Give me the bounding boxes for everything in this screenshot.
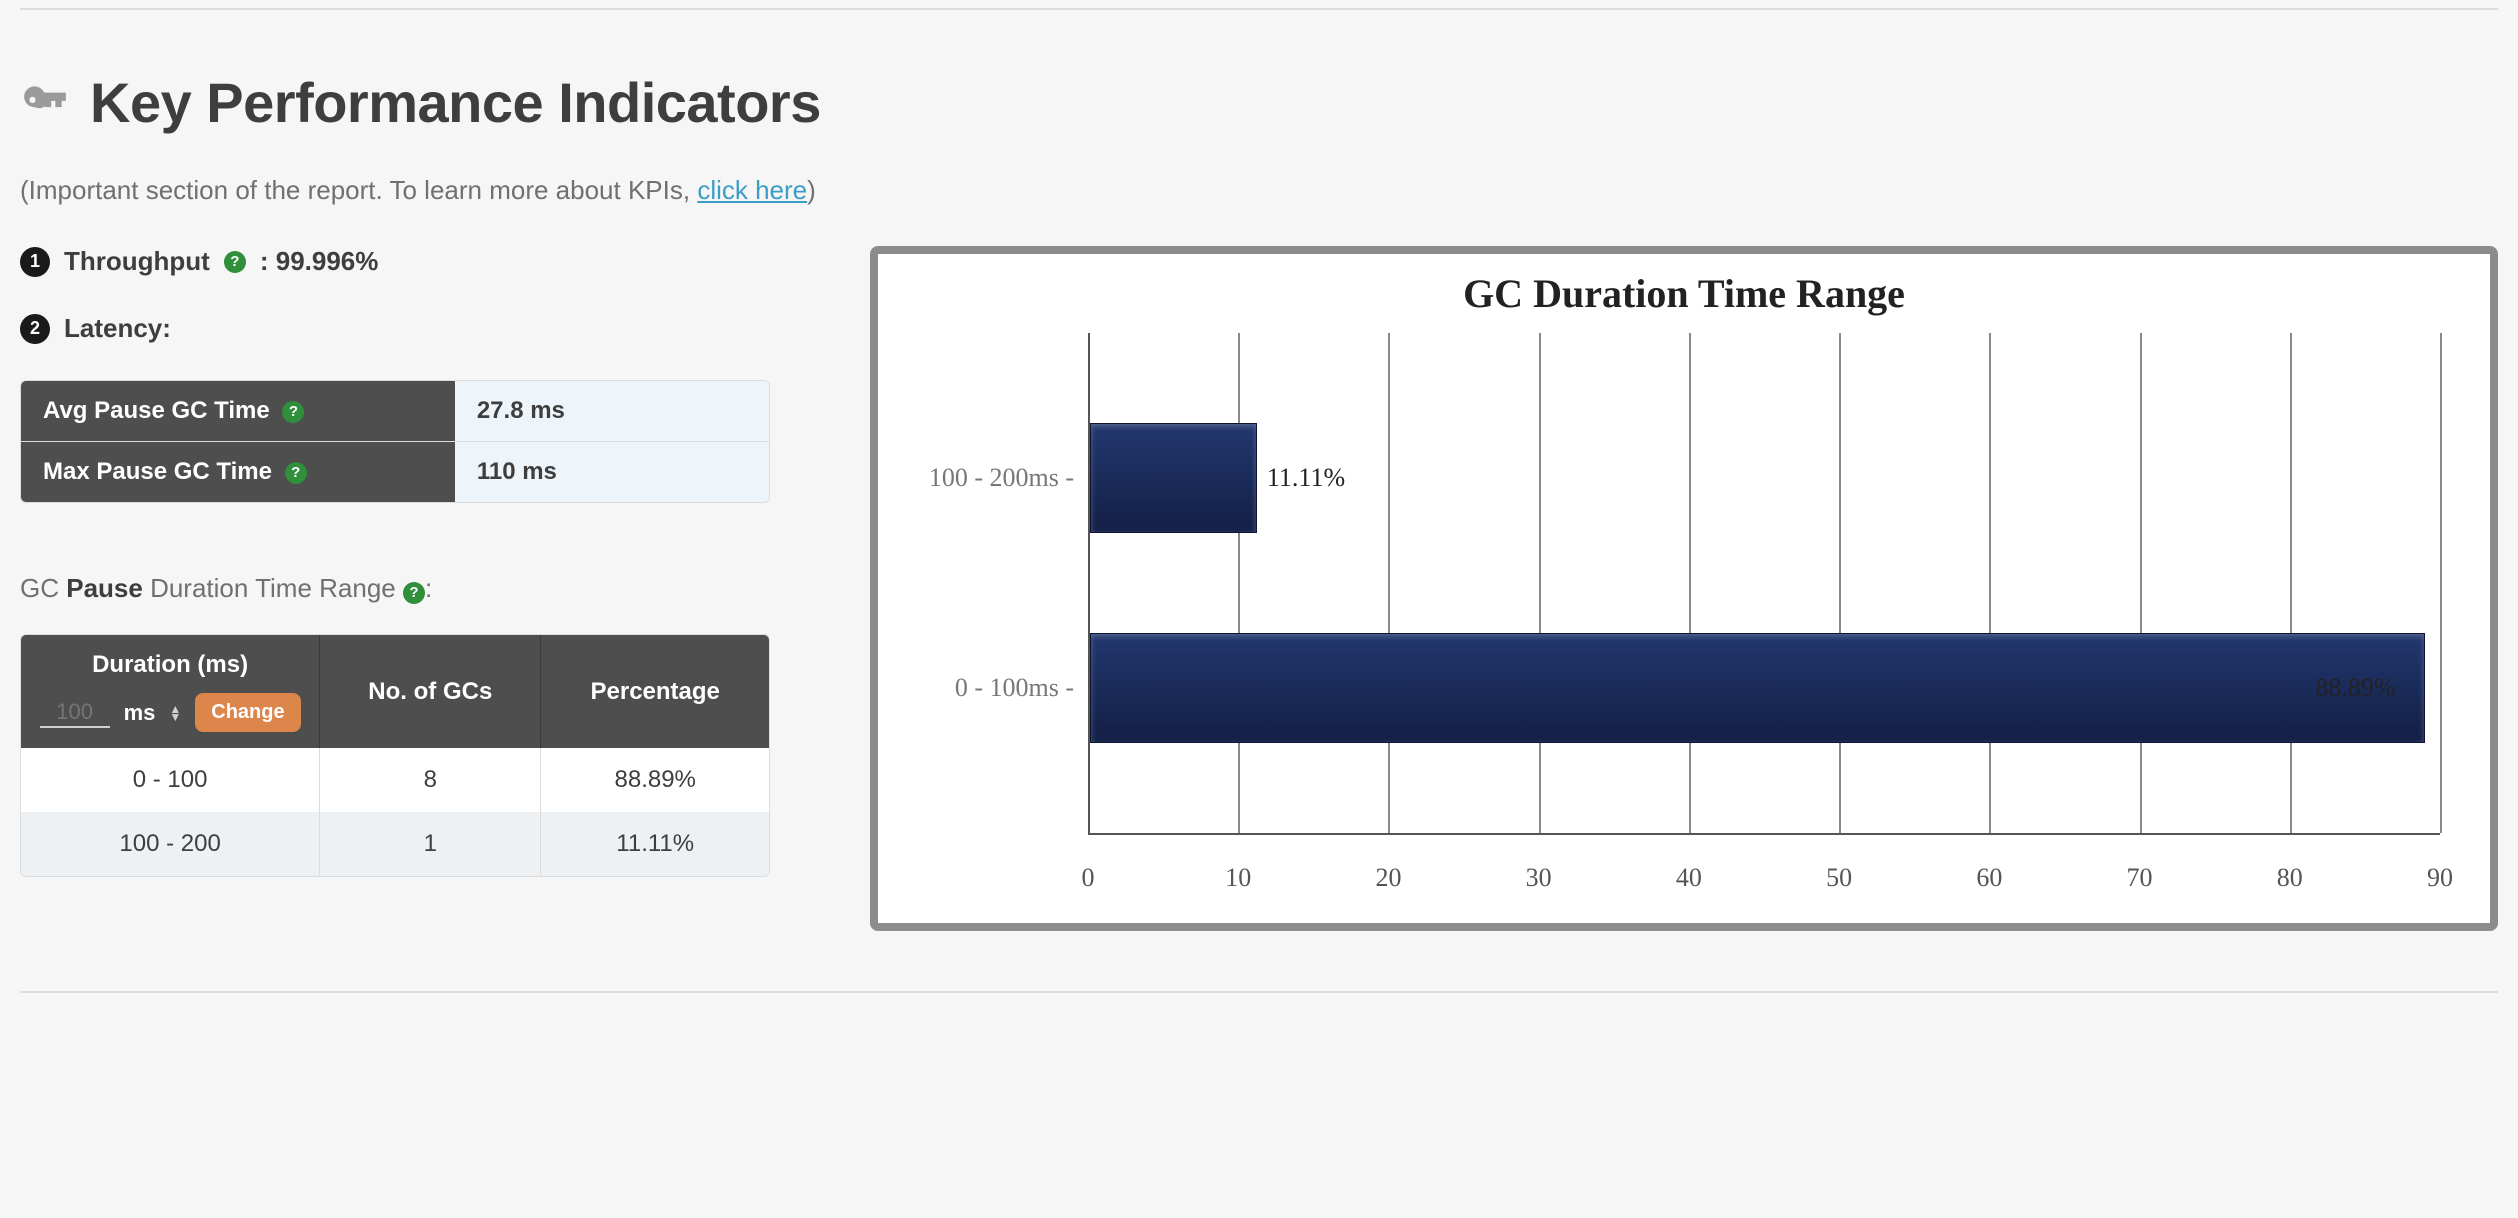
page-title: Key Performance Indicators	[20, 70, 2498, 135]
kpi-throughput-value: : 99.996%	[260, 246, 379, 277]
kpi-latency-label: Latency:	[64, 313, 171, 344]
gridline	[1388, 333, 1390, 833]
sort-arrows-icon[interactable]: ▲▼	[169, 705, 181, 721]
kpi-learn-more-link[interactable]: click here	[697, 175, 807, 205]
bullet-2-badge: 2	[20, 314, 50, 344]
help-icon[interactable]: ?	[285, 462, 307, 484]
ms-label: ms	[124, 700, 156, 726]
chart-title: GC Duration Time Range	[908, 270, 2460, 317]
x-tick-label: 70	[2127, 863, 2153, 893]
bar	[1090, 423, 1257, 533]
bar-value-label: 88.89%	[2315, 673, 2395, 703]
divider-bottom	[20, 991, 2498, 993]
gridline	[1539, 333, 1541, 833]
x-tick-label: 50	[1826, 863, 1852, 893]
gridline	[2440, 333, 2442, 833]
table-row: 100 - 200 1 11.11%	[21, 812, 769, 876]
kpi-latency-line: 2 Latency:	[20, 313, 810, 344]
section-subtitle: (Important section of the report. To lea…	[20, 175, 2498, 206]
latency-max-value: 110 ms	[455, 442, 769, 502]
col-gcs-header: No. of GCs	[320, 635, 541, 748]
change-button[interactable]: Change	[195, 693, 300, 732]
table-row: Avg Pause GC Time ? 27.8 ms	[21, 381, 769, 442]
help-icon[interactable]: ?	[224, 251, 246, 273]
x-tick-label: 80	[2277, 863, 2303, 893]
gridline	[1689, 333, 1691, 833]
bullet-1-badge: 1	[20, 247, 50, 277]
col-duration-header: Duration (ms) ms ▲▼ Change	[21, 635, 320, 748]
pause-duration-table: Duration (ms) ms ▲▼ Change No. of GCs Pe…	[20, 634, 770, 877]
gridline	[1989, 333, 1991, 833]
bar-row: 11.11%	[1090, 423, 1257, 533]
duration-step-input[interactable]	[40, 698, 110, 728]
gridline	[1839, 333, 1841, 833]
x-tick-label: 30	[1526, 863, 1552, 893]
table-row: 0 - 100 8 88.89%	[21, 748, 769, 812]
subtitle-pre: (Important section of the report. To lea…	[20, 175, 697, 205]
gridline	[2140, 333, 2142, 833]
y-tick-label: 100 - 200ms -	[929, 463, 1088, 493]
help-icon[interactable]: ?	[282, 401, 304, 423]
chart-plot-area: 100 - 200ms -11.11%0 - 100ms -88.89% 010…	[1088, 333, 2440, 893]
x-tick-label: 0	[1082, 863, 1095, 893]
y-tick-label: 0 - 100ms -	[955, 673, 1088, 703]
divider-top	[20, 8, 2498, 10]
gridline	[2290, 333, 2292, 833]
col-pct-header: Percentage	[541, 635, 769, 748]
x-tick-label: 40	[1676, 863, 1702, 893]
bar	[1090, 633, 2425, 743]
key-icon	[20, 78, 70, 128]
y-axis	[1088, 333, 1090, 835]
table-row: Max Pause GC Time ? 110 ms	[21, 442, 769, 502]
subtitle-post: )	[807, 175, 816, 205]
x-axis	[1088, 833, 2440, 835]
kpi-throughput-line: 1 Throughput ? : 99.996%	[20, 246, 810, 277]
x-tick-label: 60	[1976, 863, 2002, 893]
gc-duration-chart: GC Duration Time Range 100 - 200ms -11.1…	[870, 246, 2498, 931]
latency-avg-value: 27.8 ms	[455, 381, 769, 442]
bar-row: 88.89%	[1090, 633, 2425, 743]
bar-value-label: 11.11%	[1267, 463, 1345, 493]
gridline	[1238, 333, 1240, 833]
latency-table: Avg Pause GC Time ? 27.8 ms Max Pause GC…	[20, 380, 770, 503]
latency-max-label: Max Pause GC Time ?	[21, 442, 455, 502]
latency-avg-label: Avg Pause GC Time ?	[21, 381, 455, 442]
range-title: GC Pause Duration Time Range ?:	[20, 573, 810, 604]
x-tick-label: 90	[2427, 863, 2453, 893]
page-title-text: Key Performance Indicators	[90, 70, 821, 135]
help-icon[interactable]: ?	[403, 582, 425, 604]
x-tick-label: 20	[1375, 863, 1401, 893]
x-tick-label: 10	[1225, 863, 1251, 893]
kpi-throughput-label: Throughput	[64, 246, 210, 277]
